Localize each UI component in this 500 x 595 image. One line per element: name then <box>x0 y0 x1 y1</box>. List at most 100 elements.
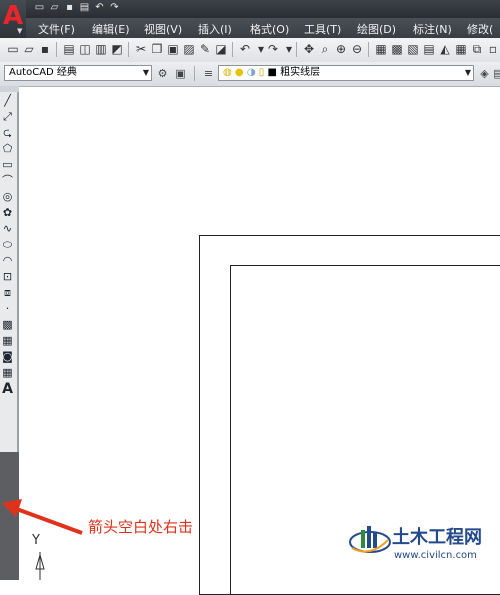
table-icon[interactable]: ▦ <box>0 366 15 380</box>
layer-select[interactable]: ◍ ● ◑ ▯ ■ 粗实线层 ▼ <box>218 65 474 81</box>
tool-palettes-icon[interactable]: ▧ <box>406 42 420 56</box>
match-properties-icon[interactable]: ✎ <box>198 42 212 56</box>
menu-edit[interactable]: 编辑(E) <box>92 21 130 37</box>
annotation-arrow <box>2 499 83 535</box>
layer-color-swatch: ■ <box>267 67 277 78</box>
watermark: 土木工程网 www.civilcn.com <box>348 520 498 580</box>
insert-block-icon[interactable]: ⊡ <box>0 270 15 284</box>
ucs-arrow-icon <box>35 552 45 580</box>
menu-dimension[interactable]: 标注(N) <box>413 21 452 37</box>
redo-icon[interactable]: ↷ <box>266 42 280 56</box>
publish-icon[interactable]: ▥ <box>94 42 108 56</box>
3d-dwf-icon[interactable]: ◩ <box>110 42 124 56</box>
copy-icon[interactable]: ❐ <box>150 42 164 56</box>
workspace-settings-icon[interactable]: ▣ <box>174 67 187 80</box>
text-icon[interactable]: A <box>0 382 15 396</box>
workspace-select[interactable]: AutoCAD 经典 ▼ <box>4 65 152 81</box>
help-icon[interactable]: ⧉ <box>470 42 484 56</box>
cut-icon[interactable]: ✂ <box>134 42 148 56</box>
watermark-title: 土木工程网 <box>392 527 482 548</box>
layers-toolbar: AutoCAD 经典 ▼ ⚙ ▣ ≡ ◍ ● ◑ ▯ ■ 粗实线层 ▼ ◈ ▤ <box>0 62 500 87</box>
rectangle-icon[interactable]: ▭ <box>0 158 15 172</box>
spline-icon[interactable]: ∿ <box>0 222 15 236</box>
autocad-logo: A <box>3 1 24 31</box>
chevron-down-icon: ▼ <box>17 27 23 35</box>
layer-value: 粗实线层 <box>280 67 321 78</box>
layer-previous-icon[interactable]: ▤ <box>492 67 500 80</box>
paste-special-icon[interactable]: ▨ <box>182 42 196 56</box>
chevron-down-icon[interactable]: ▾ <box>282 42 296 56</box>
construction-line-icon[interactable]: ⤢ <box>0 110 15 124</box>
ellipse-arc-icon[interactable]: ◠ <box>0 254 15 268</box>
lock-icon: ▯ <box>258 67 265 78</box>
lightbulb-icon: ◍ <box>223 67 232 78</box>
menu-view[interactable]: 视图(V) <box>144 21 182 37</box>
print-icon[interactable]: ▤ <box>79 2 90 14</box>
standard-toolbar: ▭ ▱ ▪ ▤ ◫ ▥ ◩ ✂ ❐ ▣ ▨ ✎ ◪ ↶ ▾ ↷ ▾ ✥ ⌕ ⊕ … <box>0 38 500 63</box>
quick-access-toolbar: ▭ ▱ ▪ ▤ ↶ ↷ <box>34 2 120 14</box>
ellipse-icon[interactable]: ⬭ <box>0 238 15 252</box>
gradient-icon[interactable]: ▦ <box>0 334 15 348</box>
menu-insert[interactable]: 插入(I) <box>198 21 232 37</box>
markup-icon[interactable]: ◭ <box>438 42 452 56</box>
region-icon[interactable]: ◙ <box>0 350 15 364</box>
point-icon[interactable]: · <box>0 302 15 316</box>
chevron-down-icon: ▼ <box>464 68 471 77</box>
calculator-icon[interactable]: ▦ <box>454 42 468 56</box>
block-editor-icon[interactable]: ◪ <box>214 42 228 56</box>
application-menu-button[interactable]: A ▼ <box>0 0 26 38</box>
menu-bar: 文件(F) 编辑(E) 视图(V) 插入(I) 格式(O) 工具(T) 绘图(D… <box>0 18 500 38</box>
plot-preview-icon[interactable]: ◫ <box>78 42 92 56</box>
gear-icon[interactable]: ⚙ <box>156 67 169 80</box>
annotation-text: 箭头空白处右击 <box>88 518 194 536</box>
hatch-icon[interactable]: ▩ <box>0 318 15 332</box>
sheet-set-icon[interactable]: ▤ <box>422 42 436 56</box>
paste-icon[interactable]: ▣ <box>166 42 180 56</box>
open-icon[interactable]: ▱ <box>22 42 36 56</box>
sun-icon: ● <box>234 67 244 78</box>
workspace-value: AutoCAD 经典 <box>9 67 77 78</box>
zoom-realtime-icon[interactable]: ⌕ <box>318 42 332 56</box>
revcloud-icon[interactable]: ✿ <box>0 206 15 220</box>
toolbar-separator <box>296 42 297 57</box>
arc-icon[interactable]: ⌒ <box>0 174 15 188</box>
polygon-icon[interactable]: ⬠ <box>0 142 15 156</box>
make-layer-current-icon[interactable]: ◈ <box>478 67 491 80</box>
zoom-previous-icon[interactable]: ⊖ <box>350 42 364 56</box>
menu-format[interactable]: 格式(O) <box>250 21 289 37</box>
menu-file[interactable]: 文件(F) <box>38 21 75 37</box>
toolbar-separator <box>128 42 129 57</box>
make-block-icon[interactable]: ⧈ <box>0 286 15 300</box>
new-icon[interactable]: ▭ <box>34 2 45 14</box>
title-bar: ▭ ▱ ▪ ▤ ↶ ↷ <box>0 0 500 18</box>
circle-icon[interactable]: ◎ <box>0 190 15 204</box>
new-icon[interactable]: ▭ <box>6 42 20 56</box>
toolbar-separator <box>194 66 195 81</box>
design-center-icon[interactable]: ▩ <box>390 42 404 56</box>
save-icon[interactable]: ▪ <box>64 2 75 14</box>
undo-icon[interactable]: ↶ <box>238 42 252 56</box>
save-icon[interactable]: ▪ <box>38 42 52 56</box>
layer-manager-icon[interactable]: ≡ <box>202 67 215 80</box>
line-icon[interactable]: ╱ <box>0 94 15 108</box>
viewport-freeze-icon: ◑ <box>246 67 256 78</box>
plot-icon[interactable]: ▤ <box>62 42 76 56</box>
redo-icon[interactable]: ↷ <box>109 2 120 14</box>
ucs-icon: Y <box>32 533 40 548</box>
undo-icon[interactable]: ↶ <box>94 2 105 14</box>
chevron-down-icon: ▼ <box>142 68 149 77</box>
pan-icon[interactable]: ✥ <box>302 42 316 56</box>
more-tools-icon[interactable]: ▫ <box>486 42 500 56</box>
properties-icon[interactable]: ▦ <box>374 42 388 56</box>
ucs-y-label: Y <box>32 533 40 548</box>
menu-modify[interactable]: 修改( <box>467 21 493 37</box>
toolbar-separator <box>56 42 57 57</box>
polyline-icon[interactable]: ⮎ <box>0 126 15 140</box>
zoom-window-icon[interactable]: ⊕ <box>334 42 348 56</box>
menu-tools[interactable]: 工具(T) <box>304 21 341 37</box>
watermark-logo-icon <box>349 526 391 553</box>
menu-draw[interactable]: 绘图(D) <box>357 21 396 37</box>
open-icon[interactable]: ▱ <box>49 2 60 14</box>
watermark-url: www.civilcn.com <box>394 550 477 561</box>
toolbar-separator <box>232 42 233 57</box>
